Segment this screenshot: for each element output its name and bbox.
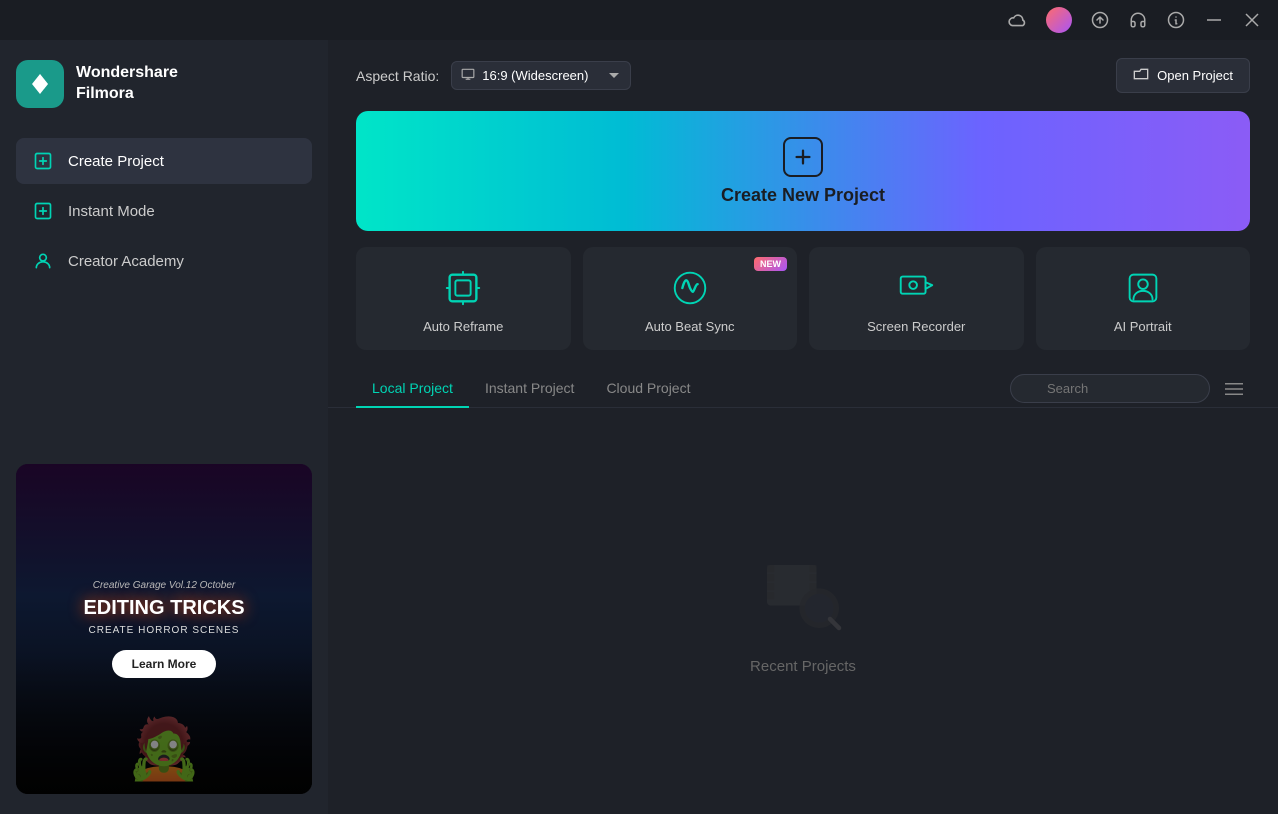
monitor-icon	[461, 67, 475, 85]
upload-icon[interactable]	[1090, 10, 1110, 30]
ai-portrait-icon	[1122, 267, 1164, 309]
search-input[interactable]	[1010, 374, 1210, 403]
create-new-project-banner[interactable]: Create New Project	[356, 111, 1250, 231]
tool-auto-beat-sync[interactable]: New Auto Beat Sync	[583, 247, 798, 350]
minimize-icon[interactable]	[1204, 10, 1224, 30]
sidebar-item-creator-academy[interactable]: Creator Academy	[16, 238, 312, 284]
screen-recorder-icon	[895, 267, 937, 309]
recent-projects-icon	[758, 547, 848, 642]
info-icon[interactable]	[1166, 10, 1186, 30]
sidebar-item-create-project[interactable]: Create Project	[16, 138, 312, 184]
cloud-icon[interactable]	[1008, 10, 1028, 30]
tool-auto-reframe[interactable]: Auto Reframe	[356, 247, 571, 350]
creator-academy-icon	[32, 250, 54, 272]
sidebar-item-instant-mode[interactable]: Instant Mode	[16, 188, 312, 234]
banner-title: EDITING TRICKS	[83, 597, 244, 619]
create-new-project-label: Create New Project	[721, 185, 885, 206]
tab-cloud-project[interactable]: Cloud Project	[590, 370, 706, 408]
sidebar-item-create-project-label: Create Project	[68, 153, 164, 170]
headphones-icon[interactable]	[1128, 10, 1148, 30]
top-bar: Aspect Ratio: 16:9 (Widescreen) 9:16 (Po…	[328, 40, 1278, 111]
learn-more-button[interactable]: Learn More	[112, 650, 217, 678]
create-banner-inner: Create New Project	[721, 137, 885, 206]
aspect-ratio-label: Aspect Ratio:	[356, 68, 439, 84]
logo-icon	[16, 60, 64, 108]
list-view-button[interactable]	[1218, 373, 1250, 405]
sidebar-item-creator-academy-label: Creator Academy	[68, 253, 184, 270]
recent-projects-label: Recent Projects	[750, 658, 856, 675]
ai-portrait-label: AI Portrait	[1114, 319, 1172, 334]
avatar-icon[interactable]	[1046, 7, 1072, 33]
sidebar-banner[interactable]: Creative Garage Vol.12 October EDITING T…	[16, 464, 312, 794]
aspect-ratio-group: Aspect Ratio: 16:9 (Widescreen) 9:16 (Po…	[356, 61, 631, 90]
folder-icon	[1133, 67, 1149, 84]
app-body: Wondershare Filmora Create Project	[0, 40, 1278, 814]
screen-recorder-label: Screen Recorder	[867, 319, 965, 334]
tool-screen-recorder[interactable]: Screen Recorder	[809, 247, 1024, 350]
tools-grid: Auto Reframe New Auto Beat Sync	[356, 247, 1250, 350]
auto-reframe-label: Auto Reframe	[423, 319, 503, 334]
recent-projects-area: Recent Projects	[328, 408, 1278, 814]
auto-beat-sync-icon	[669, 267, 711, 309]
tab-instant-project[interactable]: Instant Project	[469, 370, 591, 408]
create-project-icon	[32, 150, 54, 172]
banner-bg: Creative Garage Vol.12 October EDITING T…	[16, 464, 312, 794]
auto-reframe-icon	[442, 267, 484, 309]
tabs-search	[1010, 373, 1250, 405]
auto-beat-sync-label: Auto Beat Sync	[645, 319, 735, 334]
instant-mode-icon	[32, 200, 54, 222]
tool-ai-portrait[interactable]: AI Portrait	[1036, 247, 1251, 350]
sidebar: Wondershare Filmora Create Project	[0, 40, 328, 814]
new-badge: New	[754, 257, 787, 271]
open-project-button[interactable]: Open Project	[1116, 58, 1250, 93]
banner-subtitle: CREATE HORROR SCENES	[83, 625, 244, 636]
aspect-ratio-select[interactable]: 16:9 (Widescreen) 9:16 (Portrait) 1:1 (S…	[451, 61, 631, 90]
logo-text: Wondershare Filmora	[76, 63, 178, 105]
sidebar-nav: Create Project Instant Mode	[16, 138, 312, 284]
main-content: Aspect Ratio: 16:9 (Widescreen) 9:16 (Po…	[328, 40, 1278, 814]
create-plus-icon	[783, 137, 823, 177]
titlebar	[0, 0, 1278, 40]
close-icon[interactable]	[1242, 10, 1262, 30]
sidebar-item-instant-mode-label: Instant Mode	[68, 203, 155, 220]
logo: Wondershare Filmora	[16, 60, 312, 108]
banner-small-title: Creative Garage Vol.12 October	[83, 580, 244, 591]
open-project-label: Open Project	[1157, 68, 1233, 83]
tab-local-project[interactable]: Local Project	[356, 370, 469, 408]
search-wrapper	[1010, 374, 1210, 403]
tabs-bar: Local Project Instant Project Cloud Proj…	[328, 370, 1278, 408]
